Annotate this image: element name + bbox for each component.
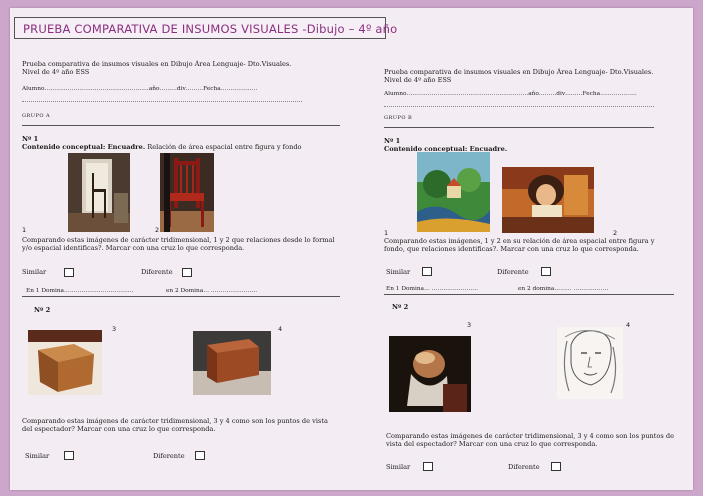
red-chair-photo <box>160 153 214 232</box>
right-diferente-label: Diferente <box>497 268 529 276</box>
left-similar2-checkbox[interactable] <box>64 451 74 460</box>
right-intro: Prueba comparativa de insumos visuales e… <box>384 68 654 76</box>
left-diferente-label: Diferente <box>141 268 173 276</box>
wooden-box-photo <box>193 331 271 395</box>
sketch-portrait <box>557 327 623 399</box>
right-img2-number: 2 <box>613 229 618 237</box>
left-intro: Prueba comparativa de insumos visuales e… <box>22 60 292 68</box>
left-img2-number: 2 <box>155 226 160 234</box>
left-img3-number: 3 <box>112 325 117 333</box>
wooden-cube-photo <box>28 330 102 395</box>
page-title: PRUEBA COMPARATIVA DE INSUMOS VISUALES -… <box>14 17 397 39</box>
landscape-painting <box>417 152 490 232</box>
left-domina-2: en 2 Domina… …………………… <box>166 288 258 294</box>
left-diferente2-label: Diferente <box>153 452 185 460</box>
left-n1-content-label: Contenido conceptual: Encuadre. <box>22 143 146 151</box>
left-n1-content: Contenido conceptual: Encuadre. Relación… <box>22 143 302 151</box>
right-diferente2-checkbox[interactable] <box>551 462 561 471</box>
right-question-2: Comparando estas imágenes de carácter tr… <box>386 432 675 448</box>
left-similar-checkbox[interactable] <box>64 268 74 277</box>
left-n1-content-rest: Relación de área espacial entre figura y… <box>145 143 302 151</box>
old-man-painting <box>389 336 471 412</box>
left-domina-1: En 1 Domina……………………………… <box>26 288 134 294</box>
right-img3-number: 3 <box>467 321 472 329</box>
left-img4-number: 4 <box>278 325 283 333</box>
left-diferente2-checkbox[interactable] <box>195 451 205 460</box>
right-rule <box>384 127 654 128</box>
right-domina-1: En 1 Domina… …………………… <box>386 286 479 292</box>
right-similar-label: Similar <box>386 268 411 276</box>
left-divider <box>22 101 302 102</box>
left-rule-2 <box>22 296 340 297</box>
left-rule <box>22 125 340 126</box>
girl-portrait-painting <box>502 167 594 233</box>
left-group-label: GRUPO A <box>22 113 51 119</box>
right-group-label: GRUPO B <box>384 115 413 121</box>
right-divider <box>384 106 654 107</box>
left-similar-label: Similar <box>22 268 47 276</box>
left-question-2: Comparando estas imágenes de carácter tr… <box>22 417 328 433</box>
left-img1-number: 1 <box>22 226 27 234</box>
left-n2-title: Nº 2 <box>34 306 51 314</box>
right-student-line: Alumno………………………………………………………año………div………F… <box>384 91 637 97</box>
right-similar2-label: Similar <box>386 463 411 471</box>
right-img1-number: 1 <box>384 229 389 237</box>
right-n1-title: Nº 1 <box>384 137 401 145</box>
left-n1-title: Nº 1 <box>22 135 39 143</box>
right-img4-number: 4 <box>626 321 631 329</box>
right-question-1: Comparando estas imágenes, 1 y 2 en su r… <box>384 237 655 253</box>
left-question-1: Comparando estas imágenes de carácter tr… <box>22 236 335 252</box>
left-student-line: Alumno………………………………………………año………div………Fech… <box>22 86 258 92</box>
left-similar2-label: Similar <box>25 452 50 460</box>
right-domina-2: en 2 domina……… ……………… <box>518 286 609 292</box>
right-similar-checkbox[interactable] <box>422 267 432 276</box>
right-diferente2-label: Diferente <box>508 463 540 471</box>
right-diferente-checkbox[interactable] <box>541 267 551 276</box>
left-diferente-checkbox[interactable] <box>182 268 192 277</box>
interior-room-photo <box>68 153 130 232</box>
right-n2-title: Nº 2 <box>392 303 409 311</box>
left-level: Nivel de 4º año ESS <box>22 68 90 76</box>
right-level: Nivel de 4º año ESS <box>384 76 452 84</box>
right-similar2-checkbox[interactable] <box>423 462 433 471</box>
right-rule-2 <box>384 294 674 295</box>
